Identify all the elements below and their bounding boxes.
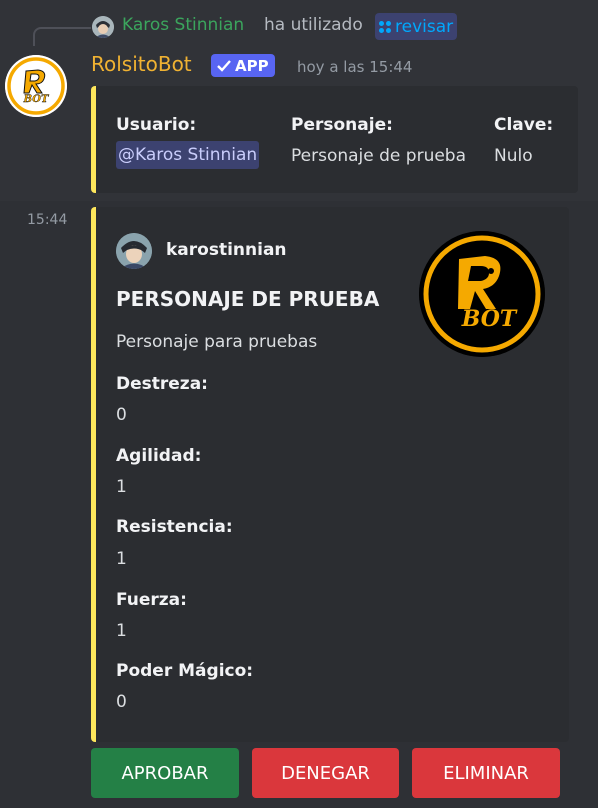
field-value-destreza: 0 <box>116 405 127 425</box>
message-timestamp[interactable]: hoy a las 15:44 <box>297 58 412 76</box>
reply-action-text: ha utilizado <box>264 15 363 35</box>
embed-title: PERSONAJE DE PRUEBA <box>116 287 380 311</box>
bot-logo-thumbnail[interactable]: BOT <box>419 231 545 357</box>
field-value-personaje: Personaje de prueba <box>291 146 467 166</box>
app-badge: APP <box>211 54 275 77</box>
approve-button[interactable]: APROBAR <box>91 748 239 798</box>
deny-button[interactable]: DENEGAR <box>252 748 399 798</box>
embed-description: Personaje para pruebas <box>116 332 318 352</box>
field-name-destreza: Destreza: <box>116 374 208 394</box>
user-mention[interactable]: @Karos Stinnian <box>116 141 260 169</box>
embed-author-name[interactable]: karostinnian <box>166 240 287 260</box>
field-name-poder-magico: Poder Mágico: <box>116 661 254 681</box>
svg-text:BOT: BOT <box>23 94 50 105</box>
author-avatar <box>116 233 152 269</box>
delete-button[interactable]: ELIMINAR <box>412 748 560 798</box>
bot-username[interactable]: RolsitoBot <box>91 52 192 76</box>
field-value-clave: Nulo <box>494 146 533 166</box>
svg-text:BOT: BOT <box>461 306 518 332</box>
field-name-resistencia: Resistencia: <box>116 517 233 537</box>
field-name-clave: Clave: <box>494 115 554 135</box>
reply-user-avatar[interactable] <box>92 16 114 38</box>
app-badge-label: APP <box>235 56 269 75</box>
field-value-agilidad: 1 <box>116 477 127 497</box>
command-name: revisar <box>395 16 454 37</box>
field-value-resistencia: 1 <box>116 549 127 569</box>
field-value-fuerza: 1 <box>116 621 127 641</box>
field-name-usuario: Usuario: <box>116 115 197 135</box>
side-timestamp[interactable]: 15:44 <box>27 212 67 228</box>
summary-embed <box>91 86 578 193</box>
check-icon <box>217 59 231 72</box>
bot-avatar[interactable]: BOT <box>5 55 67 117</box>
field-name-fuerza: Fuerza: <box>116 590 187 610</box>
reply-connector <box>33 27 91 46</box>
field-name-personaje: Personaje: <box>291 115 393 135</box>
slash-command-pill[interactable]: revisar <box>375 13 458 40</box>
reply-username[interactable]: Karos Stinnian <box>122 15 244 35</box>
field-value-poder-magico: 0 <box>116 692 127 712</box>
command-icon <box>379 20 391 33</box>
field-name-agilidad: Agilidad: <box>116 446 202 466</box>
